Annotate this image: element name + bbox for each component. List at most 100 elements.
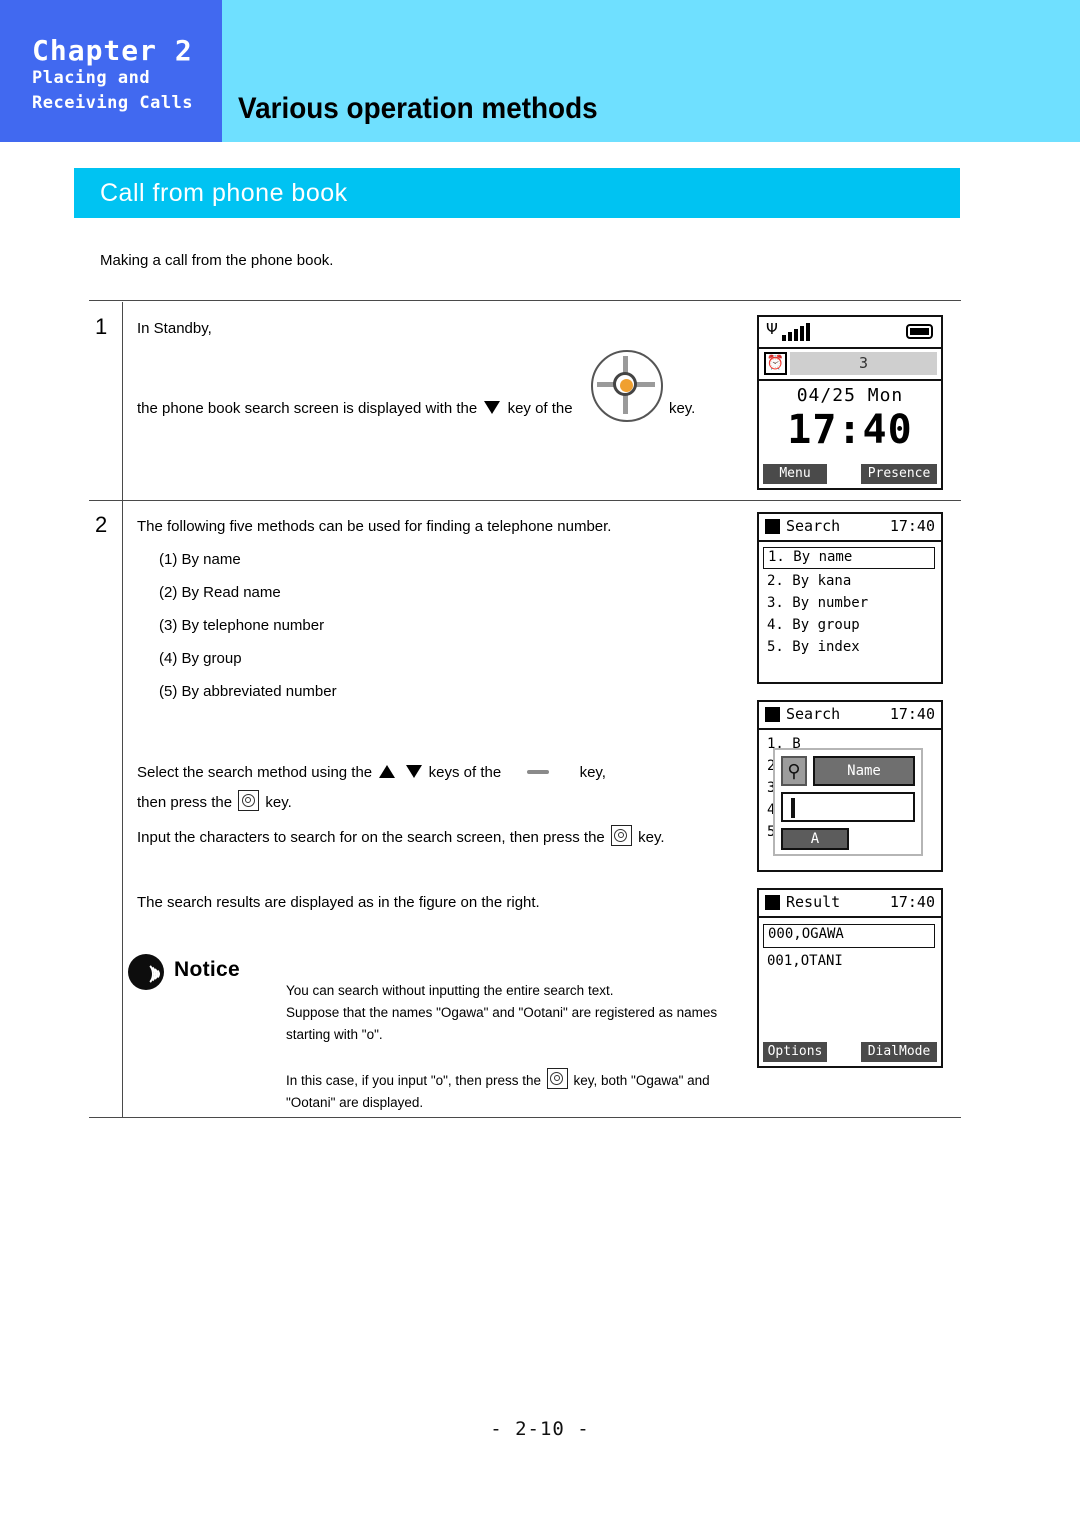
standby-softkey-row: Menu Presence <box>763 464 937 484</box>
search-menu-title: Search <box>786 517 841 535</box>
step1-line2-part2: key of the <box>507 400 573 417</box>
enter-key-icon-2 <box>610 825 632 846</box>
notice-body: You can search without inputting the ent… <box>286 980 846 1114</box>
step2-select-line: Select the search method using the keys … <box>137 762 606 784</box>
search-field-label: Name <box>813 756 915 786</box>
method-item-2: (2) By Read name <box>159 584 281 601</box>
result-item-ogawa[interactable]: 000,OGAWA <box>763 924 935 948</box>
notice-p2-line1: In this case, if you input "o", then pre… <box>286 1068 846 1092</box>
step-number-1: 1 <box>95 314 108 339</box>
dpad-center-button <box>620 379 633 392</box>
navigation-key-icon <box>589 348 665 424</box>
dpad-spoke-down <box>623 394 628 414</box>
page-footer: - 2-10 - <box>490 1418 590 1440</box>
result-item-otani[interactable]: 001,OTANI <box>759 951 941 971</box>
chapter-title: Chapter 2 <box>32 34 193 67</box>
enter-key-icon <box>238 790 260 811</box>
notice-p1-line3: starting with "o". <box>286 1027 383 1042</box>
phone-screen-standby: Ψ ⏰ 3 04/25 Mon 17:40 Menu Presence <box>757 315 943 490</box>
header-marker-icon-2 <box>765 707 780 722</box>
step2-intro: The following five methods can be used f… <box>137 518 612 535</box>
header-marker-icon-3 <box>765 895 780 910</box>
search-input-header: Search 17:40 <box>759 702 941 730</box>
softkey-menu[interactable]: Menu <box>763 464 827 484</box>
softkey-presence[interactable]: Presence <box>861 464 937 484</box>
alarm-clock-icon: ⏰ <box>764 352 787 375</box>
standby-notification-row: ⏰ 3 <box>759 349 941 381</box>
chapter-subtitle-line1: Placing and <box>32 68 151 88</box>
table-bottom-border <box>89 1117 961 1118</box>
antenna-glyph: Ψ <box>766 320 778 338</box>
text-caret <box>791 798 795 818</box>
down-arrow-icon <box>484 401 501 414</box>
magnifier-icon: ⚲ <box>781 756 807 786</box>
search-menu-list: 1. By name 2. By kana 3. By number 4. By… <box>759 542 941 657</box>
result-header: Result 17:40 <box>759 890 941 918</box>
notice-speaker-icon <box>128 954 164 990</box>
notice-label: Notice <box>174 958 240 981</box>
step2-result-line: The search results are displayed as in t… <box>137 894 540 911</box>
result-time: 17:40 <box>889 893 935 911</box>
input-line-part1: Input the characters to search for on th… <box>137 829 605 846</box>
standby-time: 17:40 <box>787 407 913 453</box>
page-title: Various operation methods <box>238 92 598 125</box>
table-top-border <box>89 300 961 301</box>
search-input-time: 17:40 <box>889 705 935 723</box>
enter-key-icon-3 <box>546 1068 568 1089</box>
up-arrow-icon <box>379 765 396 778</box>
phone-screen-search-menu: Search 17:40 1. By name 2. By kana 3. By… <box>757 512 943 684</box>
method-item-3: (3) By telephone number <box>159 617 325 634</box>
page-header: Chapter 2 Placing and Receiving Calls Va… <box>0 0 1080 142</box>
softkey-dialmode[interactable]: DialMode <box>861 1042 937 1062</box>
table-row-divider <box>89 500 961 501</box>
chapter-box: Chapter 2 Placing and Receiving Calls <box>0 0 222 142</box>
select-line-part1: Select the search method using the <box>137 764 373 781</box>
notice-p2-part2: key, both "Ogawa" and <box>573 1073 710 1088</box>
method-item-5: (5) By abbreviated number <box>159 683 337 700</box>
notice-spacer <box>286 1046 846 1068</box>
select-line-part2: keys of the <box>428 764 502 781</box>
step-number-2: 2 <box>95 512 108 537</box>
menu-item-by-number[interactable]: 3. By number <box>759 593 941 613</box>
input-mode-badge[interactable]: A <box>781 828 849 850</box>
notice-p1-line2: Suppose that the names "Ogawa" and "Oota… <box>286 1005 718 1020</box>
press-line-part2: key. <box>265 794 292 811</box>
table-column-divider <box>122 302 123 1118</box>
result-title: Result <box>786 893 841 911</box>
battery-icon <box>906 324 933 339</box>
standby-status-bar: Ψ <box>759 317 941 349</box>
method-item-1: (1) By name <box>159 551 241 568</box>
notice-p2-part1: In this case, if you input "o", then pre… <box>286 1073 541 1088</box>
down-arrow-icon-2 <box>405 765 422 778</box>
chapter-subtitle-line2: Receiving Calls <box>32 93 194 113</box>
standby-date: 04/25 Mon <box>796 385 904 406</box>
method-item-4: (4) By group <box>159 650 242 667</box>
menu-item-by-kana[interactable]: 2. By kana <box>759 571 941 591</box>
step1-line2-part3: key. <box>668 400 696 417</box>
signal-bars-icon: Ψ <box>766 322 826 344</box>
search-menu-header: Search 17:40 <box>759 514 941 542</box>
intro-text: Making a call from the phone book. <box>100 252 334 269</box>
search-input-dialog: ⚲ Name A <box>773 748 923 856</box>
search-text-input[interactable] <box>781 792 915 822</box>
step1-line2-part1: the phone book search screen is displaye… <box>137 400 478 417</box>
result-list: 000,OGAWA 001,OTANI <box>759 918 941 971</box>
navigation-key-icon-small <box>527 770 550 774</box>
step2-press-line: then press the key. <box>137 790 292 814</box>
step2-input-line: Input the characters to search for on th… <box>137 825 665 849</box>
menu-item-by-name[interactable]: 1. By name <box>763 547 935 569</box>
phone-screen-search-input: Search 17:40 1. B 2. 3. 4. 5. ⚲ Name A <box>757 700 943 872</box>
input-line-part2: key. <box>638 829 665 846</box>
header-marker-icon <box>765 519 780 534</box>
menu-item-by-group[interactable]: 4. By group <box>759 615 941 635</box>
search-menu-time: 17:40 <box>889 517 935 535</box>
dpad-spoke-right <box>635 382 655 387</box>
menu-item-by-index[interactable]: 5. By index <box>759 637 941 657</box>
section-heading-bar: Call from phone book <box>74 168 960 218</box>
notice-p1-line1: You can search without inputting the ent… <box>286 983 614 998</box>
section-heading-label: Call from phone book <box>100 179 348 207</box>
step1-line1: In Standby, <box>137 320 212 337</box>
notice-p2-line2: "Ootani" are displayed. <box>286 1095 424 1110</box>
search-input-title: Search <box>786 705 841 723</box>
select-line-part3: key, <box>579 764 606 781</box>
